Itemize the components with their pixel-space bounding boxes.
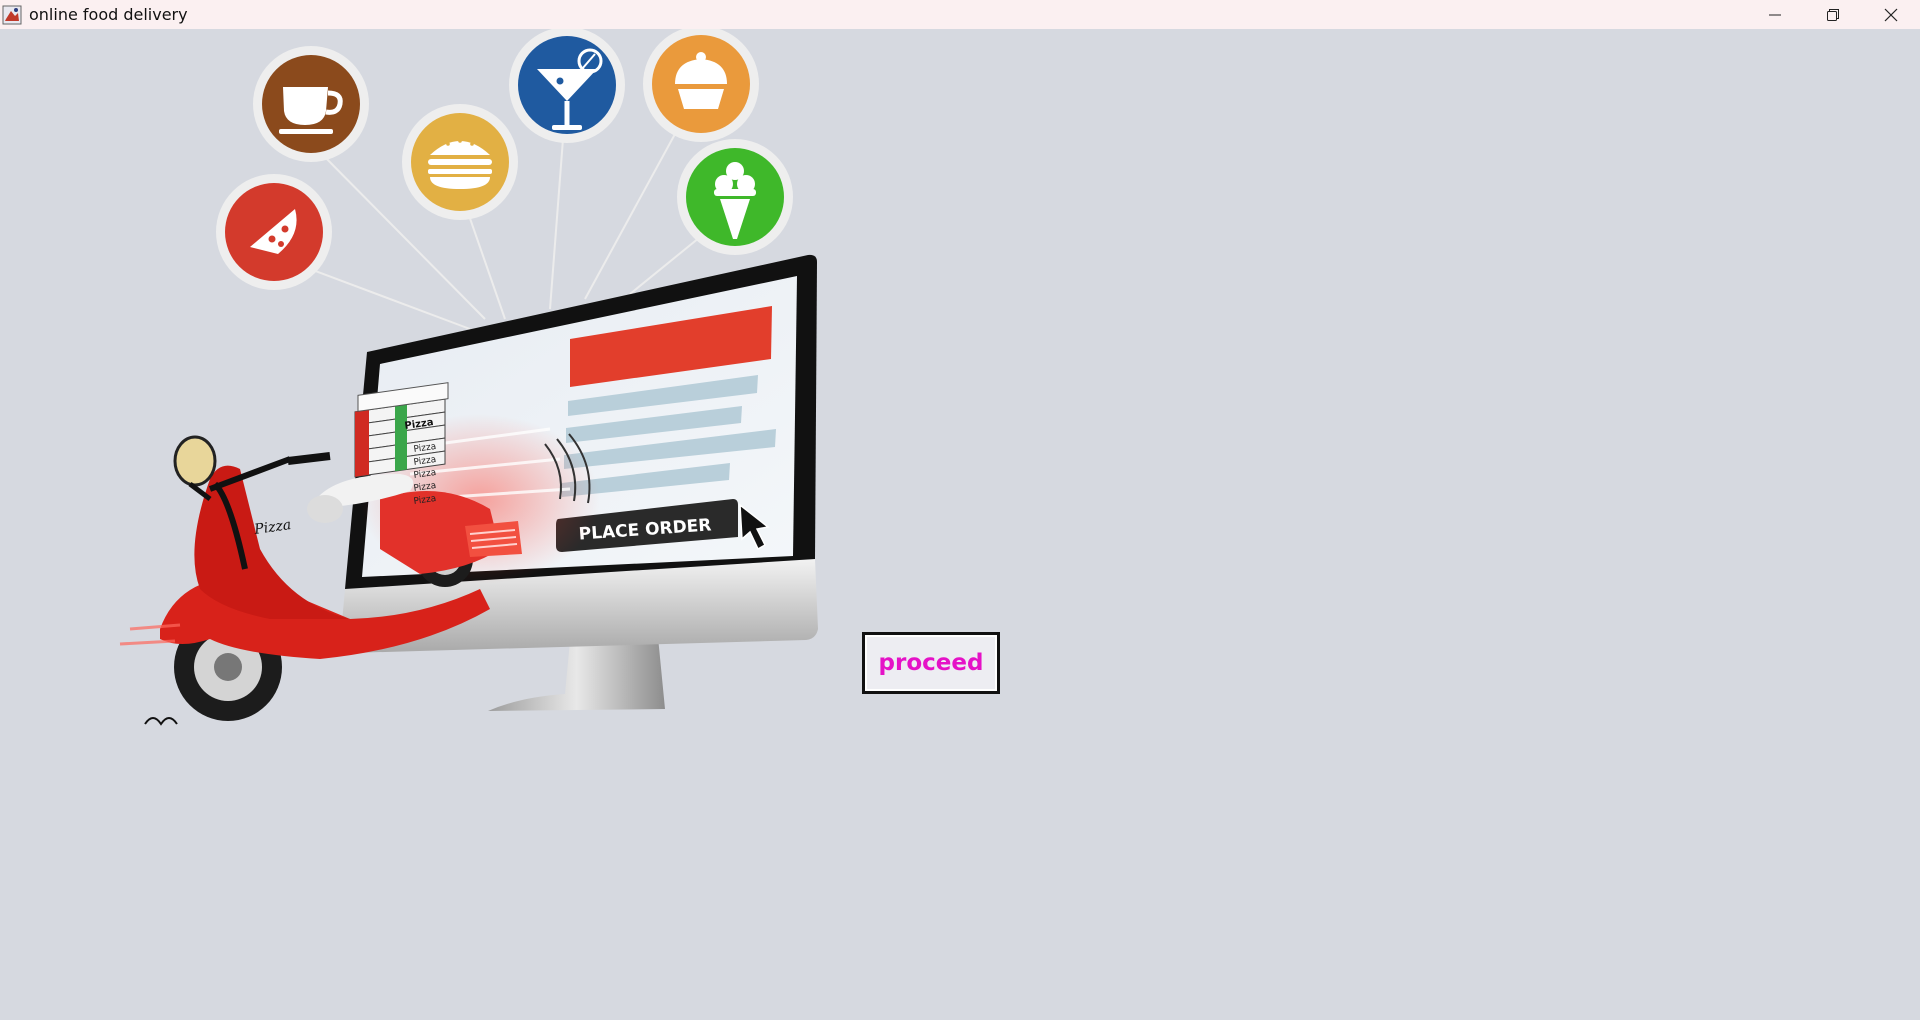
proceed-button[interactable]: proceed <box>862 632 1000 694</box>
restore-icon <box>1827 8 1839 21</box>
main-panel: PLACE ORDER Pizza Pizza Pizza Pizza Pizz… <box>0 26 1920 1020</box>
minimize-icon <box>1769 14 1781 15</box>
cupcake-icon <box>643 26 759 142</box>
burger-icon <box>402 104 518 220</box>
title-bar: online food delivery <box>0 0 1920 29</box>
coffee-cup-icon <box>253 46 369 162</box>
ice-cream-icon <box>677 139 793 255</box>
java-app-icon <box>2 5 22 25</box>
minimize-button[interactable] <box>1746 0 1804 29</box>
food-delivery-illustration: PLACE ORDER Pizza Pizza Pizza Pizza Pizz… <box>90 26 850 739</box>
window-title: online food delivery <box>29 5 188 24</box>
scooter-label: Pizza <box>252 517 292 538</box>
close-icon <box>1884 8 1898 21</box>
pizza-icon <box>216 174 332 290</box>
close-button[interactable] <box>1862 0 1920 29</box>
cocktail-icon <box>509 27 625 143</box>
restore-button[interactable] <box>1804 0 1862 29</box>
